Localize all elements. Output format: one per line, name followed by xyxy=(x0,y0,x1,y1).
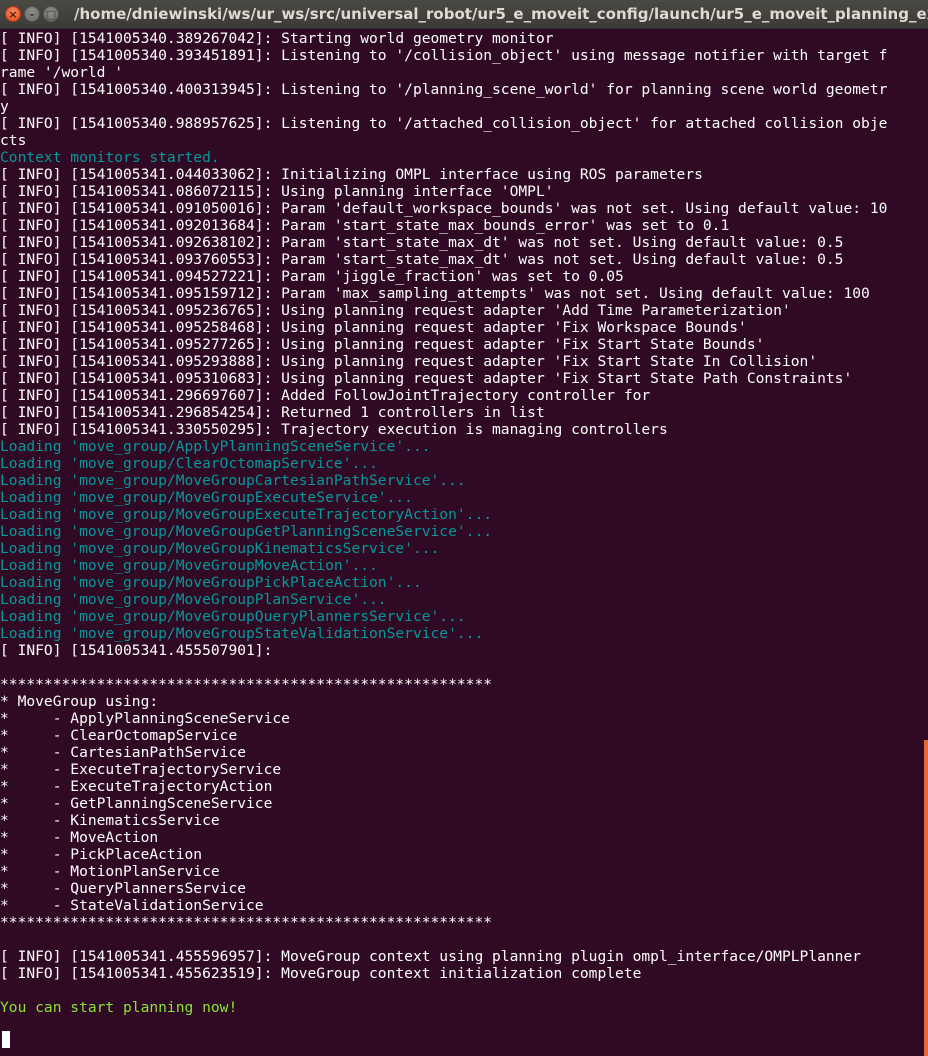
terminal-line: * - ApplyPlanningSceneService xyxy=(0,710,290,727)
terminal-line: [ INFO] [1541005341.095310683]: Using pl… xyxy=(0,370,853,387)
terminal-line: [ INFO] [1541005341.095236765]: Using pl… xyxy=(0,302,791,319)
terminal-line: [ INFO] [1541005341.092013684]: Param 's… xyxy=(0,217,730,234)
terminal-line: ****************************************… xyxy=(0,914,493,931)
terminal-line: [ INFO] [1541005341.093760553]: Param 's… xyxy=(0,251,844,268)
terminal-line: rame '/world ' xyxy=(0,64,124,81)
scrollbar-thumb[interactable] xyxy=(924,740,928,1056)
terminal-line: Loading 'move_group/MoveGroupStateValida… xyxy=(0,625,484,642)
terminal-line: * - PickPlaceAction xyxy=(0,846,203,863)
terminal-line: [ INFO] [1541005341.086072115]: Using pl… xyxy=(0,183,554,200)
window-title: /home/dniewinski/ws/ur_ws/src/universal_… xyxy=(74,5,928,23)
terminal-line: * - ExecuteTrajectoryAction xyxy=(0,778,273,795)
terminal-line: [ INFO] [1541005341.095258468]: Using pl… xyxy=(0,319,747,336)
terminal-line: [ INFO] [1541005341.296697607]: Added Fo… xyxy=(0,387,651,404)
close-window-button[interactable]: × xyxy=(5,6,21,22)
terminal-line: [ INFO] [1541005341.044033062]: Initiali… xyxy=(0,166,703,183)
terminal-line: Loading 'move_group/MoveGroupPlanService… xyxy=(0,591,387,608)
terminal-line: * MoveGroup using: xyxy=(0,693,159,710)
maximize-window-button[interactable]: □ xyxy=(43,6,59,22)
terminal-line: * - ClearOctomapService xyxy=(0,727,238,744)
terminal-line: * - StateValidationService xyxy=(0,897,264,914)
terminal-line: Loading 'move_group/MoveGroupQueryPlanne… xyxy=(0,608,466,625)
terminal-line: [ INFO] [1541005341.455623519]: MoveGrou… xyxy=(0,965,642,982)
terminal-line: [ INFO] [1541005340.400313945]: Listenin… xyxy=(0,81,888,98)
terminal-line: * - KinematicsService xyxy=(0,812,220,829)
terminal-line: [ INFO] [1541005341.095277265]: Using pl… xyxy=(0,336,765,353)
terminal-line: Loading 'move_group/MoveGroupKinematicsS… xyxy=(0,540,440,557)
terminal-line: * - MoveAction xyxy=(0,829,159,846)
terminal-cursor xyxy=(2,1031,10,1048)
terminal-line: [ INFO] [1541005341.095159712]: Param 'm… xyxy=(0,285,870,302)
terminal-line: * - MotionPlanService xyxy=(0,863,220,880)
terminal-line: y xyxy=(0,98,9,115)
terminal-line: [ INFO] [1541005340.389267042]: Starting… xyxy=(0,30,554,47)
terminal-line: cts xyxy=(0,132,27,149)
terminal-line: Loading 'move_group/ClearOctomapService'… xyxy=(0,455,378,472)
terminal-line: [ INFO] [1541005341.094527221]: Param 'j… xyxy=(0,268,624,285)
terminal-line: [ INFO] [1541005340.988957625]: Listenin… xyxy=(0,115,888,132)
terminal-line: [ INFO] [1541005341.091050016]: Param 'd… xyxy=(0,200,888,217)
terminal-line: [ INFO] [1541005341.455596957]: MoveGrou… xyxy=(0,948,862,965)
window-titlebar[interactable]: × – □ /home/dniewinski/ws/ur_ws/src/univ… xyxy=(0,0,928,29)
terminal-line: You can start planning now! xyxy=(0,999,238,1016)
terminal-line: [ INFO] [1541005341.095293888]: Using pl… xyxy=(0,353,818,370)
terminal-line: Loading 'move_group/ApplyPlanningSceneSe… xyxy=(0,438,431,455)
terminal-line: Loading 'move_group/MoveGroupExecuteTraj… xyxy=(0,506,493,523)
terminal-line: Loading 'move_group/MoveGroupExecuteServ… xyxy=(0,489,413,506)
terminal-line: [ INFO] [1541005341.455507901]: xyxy=(0,642,273,659)
terminal-line: [ INFO] [1541005341.092638102]: Param 's… xyxy=(0,234,844,251)
terminal-output[interactable]: [ INFO] [1541005340.389267042]: Starting… xyxy=(0,30,924,1056)
minimize-window-button[interactable]: – xyxy=(24,6,40,22)
terminal-line: [ INFO] [1541005340.393451891]: Listenin… xyxy=(0,47,888,64)
terminal-line: Loading 'move_group/MoveGroupGetPlanning… xyxy=(0,523,493,540)
terminal-line: * - QueryPlannersService xyxy=(0,880,247,897)
terminal-line: Context monitors started. xyxy=(0,149,220,166)
terminal-line: ****************************************… xyxy=(0,676,493,693)
terminal-line: Loading 'move_group/MoveGroupPickPlaceAc… xyxy=(0,574,422,591)
terminal-line: * - ExecuteTrajectoryService xyxy=(0,761,282,778)
terminal-line: Loading 'move_group/MoveGroupCartesianPa… xyxy=(0,472,466,489)
terminal-line: * - GetPlanningSceneService xyxy=(0,795,273,812)
terminal-line: [ INFO] [1541005341.330550295]: Trajecto… xyxy=(0,421,668,438)
terminal-line: Loading 'move_group/MoveGroupMoveAction'… xyxy=(0,557,378,574)
terminal-line: * - CartesianPathService xyxy=(0,744,247,761)
terminal-line: [ INFO] [1541005341.296854254]: Returned… xyxy=(0,404,545,421)
